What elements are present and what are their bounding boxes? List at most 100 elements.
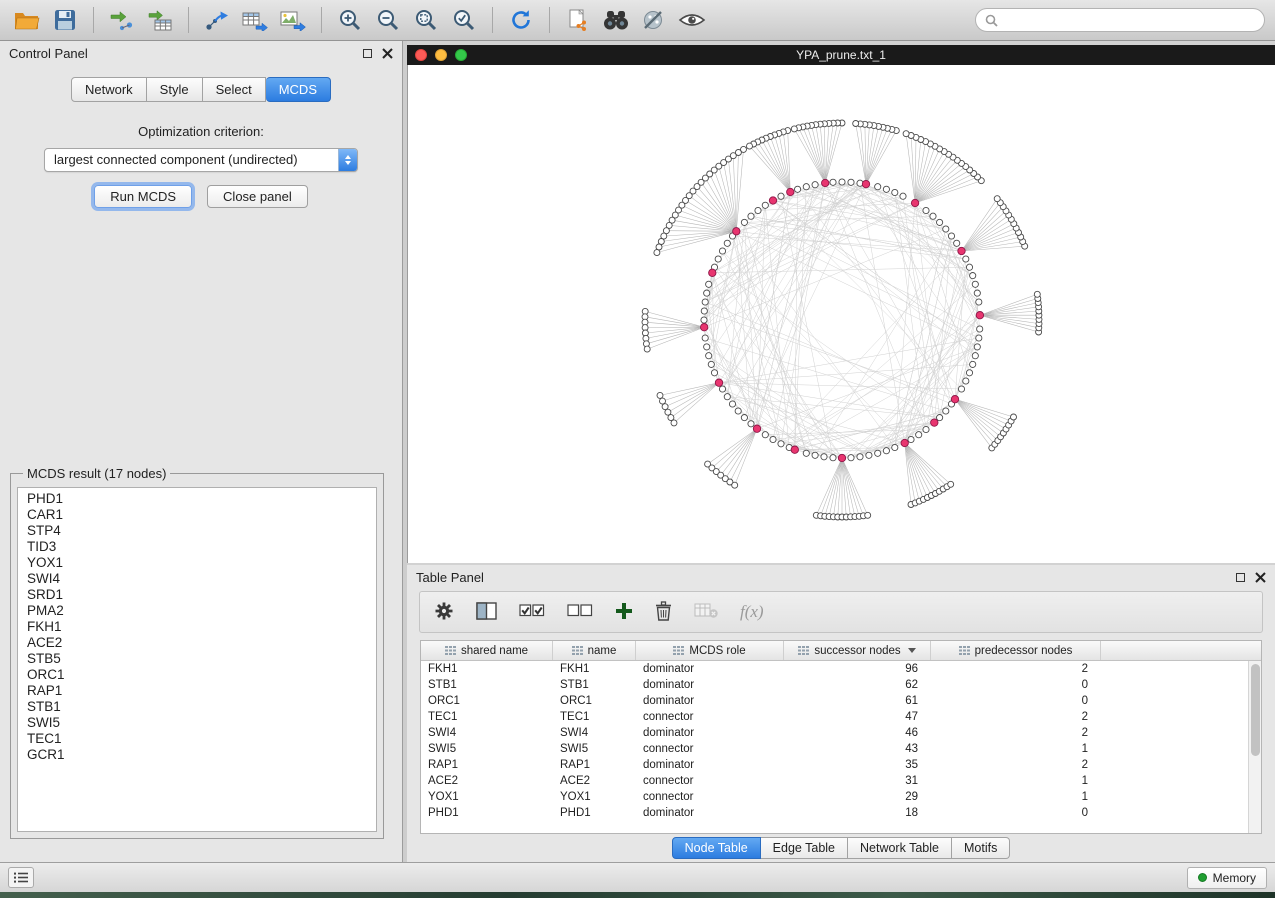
mcds-result-item[interactable]: TEC1 xyxy=(18,731,376,747)
network-node[interactable] xyxy=(741,415,747,421)
network-hub-node[interactable] xyxy=(733,228,740,235)
network-node[interactable] xyxy=(883,186,889,192)
memory-button[interactable]: Memory xyxy=(1187,867,1267,889)
delete-column-icon[interactable] xyxy=(655,601,672,624)
network-node[interactable] xyxy=(657,392,663,398)
mcds-result-item[interactable]: ORC1 xyxy=(18,667,376,683)
network-node[interactable] xyxy=(903,131,909,137)
mcds-result-item[interactable]: ACE2 xyxy=(18,635,376,651)
network-node[interactable] xyxy=(848,455,854,461)
mcds-result-item[interactable]: SRD1 xyxy=(18,587,376,603)
mcds-result-item[interactable]: STB1 xyxy=(18,699,376,715)
import-table-icon[interactable] xyxy=(143,5,177,35)
close-window-icon[interactable] xyxy=(415,49,427,61)
network-node[interactable] xyxy=(937,415,943,421)
network-node[interactable] xyxy=(711,370,717,376)
network-node[interactable] xyxy=(916,432,922,438)
network-node[interactable] xyxy=(821,454,827,460)
network-node[interactable] xyxy=(977,326,983,332)
network-node[interactable] xyxy=(654,250,660,256)
network-node[interactable] xyxy=(660,398,666,404)
network-node[interactable] xyxy=(970,361,976,367)
mcds-result-item[interactable]: SWI4 xyxy=(18,571,376,587)
network-node[interactable] xyxy=(943,226,949,232)
table-row[interactable]: PHD1PHD1dominator180 xyxy=(421,805,1261,821)
network-node[interactable] xyxy=(755,207,761,213)
network-hub-node[interactable] xyxy=(901,439,908,446)
network-window-titlebar[interactable]: YPA_prune.txt_1 xyxy=(407,45,1275,65)
export-network-icon[interactable] xyxy=(200,5,234,35)
refresh-icon[interactable] xyxy=(504,5,538,35)
network-node[interactable] xyxy=(708,361,714,367)
network-node[interactable] xyxy=(791,126,797,132)
tab-edge-table[interactable]: Edge Table xyxy=(761,837,848,859)
task-history-icon[interactable] xyxy=(8,867,34,888)
network-node[interactable] xyxy=(883,448,889,454)
network-hub-node[interactable] xyxy=(715,379,722,386)
network-node[interactable] xyxy=(943,408,949,414)
add-column-icon[interactable] xyxy=(615,602,633,623)
float-panel-icon[interactable] xyxy=(363,49,372,58)
network-node[interactable] xyxy=(948,481,954,487)
network-node[interactable] xyxy=(900,193,906,199)
network-node[interactable] xyxy=(908,436,914,442)
network-node[interactable] xyxy=(974,290,980,296)
network-node[interactable] xyxy=(974,344,980,350)
network-hub-node[interactable] xyxy=(958,247,965,254)
network-node[interactable] xyxy=(702,335,708,341)
network-node[interactable] xyxy=(812,182,818,188)
hide-graphics-icon[interactable] xyxy=(637,5,671,35)
network-hub-node[interactable] xyxy=(753,425,760,432)
table-row[interactable]: STB1STB1dominator620 xyxy=(421,677,1261,693)
network-node[interactable] xyxy=(748,421,754,427)
network-node[interactable] xyxy=(724,394,730,400)
network-hub-node[interactable] xyxy=(791,446,798,453)
network-node[interactable] xyxy=(875,450,881,456)
tab-select[interactable]: Select xyxy=(203,77,266,102)
mcds-result-item[interactable]: STP4 xyxy=(18,523,376,539)
minimize-window-icon[interactable] xyxy=(435,49,447,61)
network-hub-node[interactable] xyxy=(951,396,958,403)
close-panel-button[interactable]: Close panel xyxy=(207,185,308,208)
float-panel-icon[interactable] xyxy=(1236,573,1245,582)
network-node[interactable] xyxy=(656,244,662,250)
table-settings-icon[interactable] xyxy=(434,601,454,624)
network-hub-node[interactable] xyxy=(931,419,938,426)
network-hub-node[interactable] xyxy=(709,269,716,276)
table-row[interactable]: SWI5SWI5connector431 xyxy=(421,741,1261,757)
network-node[interactable] xyxy=(715,256,721,262)
column-header-shared-name[interactable]: shared name xyxy=(421,641,553,660)
network-node[interactable] xyxy=(839,179,845,185)
network-node[interactable] xyxy=(770,436,776,442)
network-node[interactable] xyxy=(972,353,978,359)
network-node[interactable] xyxy=(795,186,801,192)
search-field[interactable] xyxy=(975,8,1265,32)
network-node[interactable] xyxy=(803,184,809,190)
network-node[interactable] xyxy=(778,441,784,447)
column-header-name[interactable]: name xyxy=(553,641,636,660)
tab-network-table[interactable]: Network Table xyxy=(848,837,952,859)
network-node[interactable] xyxy=(706,353,712,359)
clone-network-icon[interactable] xyxy=(561,5,595,35)
network-node[interactable] xyxy=(848,179,854,185)
network-node[interactable] xyxy=(966,264,972,270)
tab-motifs[interactable]: Motifs xyxy=(952,837,1010,859)
network-node[interactable] xyxy=(724,240,730,246)
network-node[interactable] xyxy=(704,290,710,296)
network-node[interactable] xyxy=(729,401,735,407)
table-row[interactable]: TEC1TEC1connector472 xyxy=(421,709,1261,725)
network-hub-node[interactable] xyxy=(976,312,983,319)
network-node[interactable] xyxy=(762,432,768,438)
network-node[interactable] xyxy=(830,179,836,185)
mcds-result-item[interactable]: SWI5 xyxy=(18,715,376,731)
network-node[interactable] xyxy=(976,299,982,305)
network-node[interactable] xyxy=(748,213,754,219)
network-node[interactable] xyxy=(976,335,982,341)
network-node[interactable] xyxy=(762,202,768,208)
criterion-dropdown[interactable]: largest connected component (undirected) xyxy=(44,148,358,172)
maximize-window-icon[interactable] xyxy=(455,49,467,61)
table-row[interactable]: RAP1RAP1dominator352 xyxy=(421,757,1261,773)
open-file-icon[interactable] xyxy=(10,5,44,35)
mcds-result-item[interactable]: CAR1 xyxy=(18,507,376,523)
network-node[interactable] xyxy=(963,256,969,262)
